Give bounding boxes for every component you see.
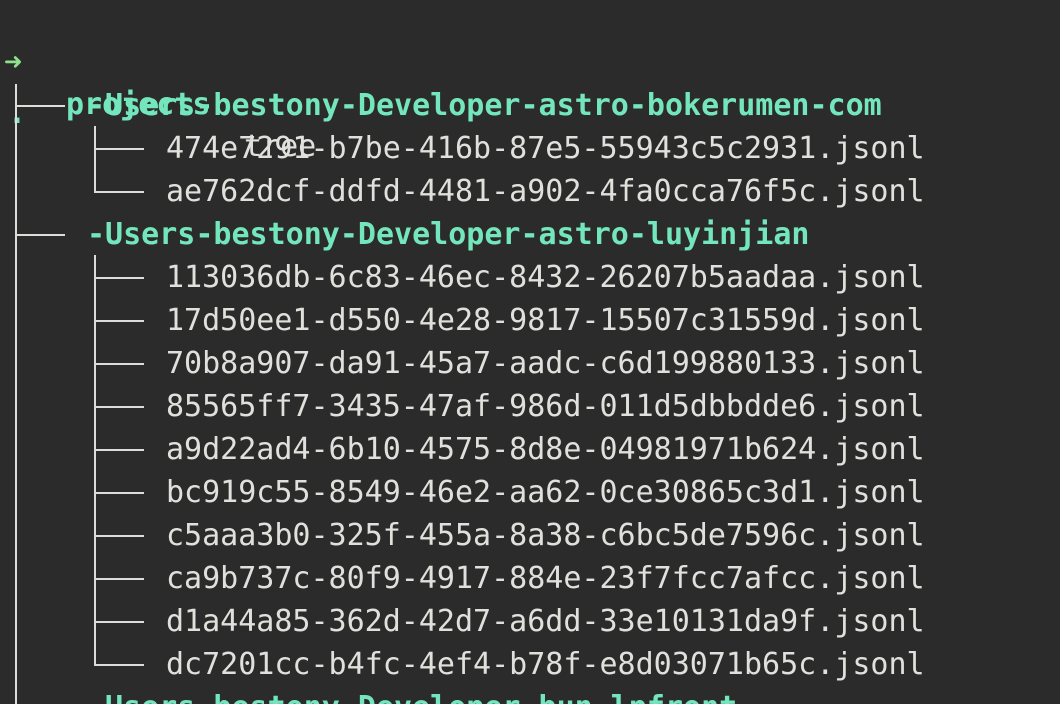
tree-file-line: 85565ff7-3435-47af-986d-011d5dbbdde6.jso… (0, 386, 1060, 428)
tree-file-line: 17d50ee1-d550-4e28-9817-15507c31559d.jso… (0, 300, 1060, 342)
file-name: c5aaa3b0-325f-455a-8a38-c6bc5de7596c.jso… (166, 518, 925, 553)
tree-file-line: ae762dcf-ddfd-4481-a902-4fa0cca76f5c.jso… (0, 171, 1060, 213)
tree-dir-line: -Users-bestony-Developer-bun-lpfront (0, 687, 1060, 704)
tree-inner-connector (94, 126, 96, 192)
file-name: 85565ff7-3435-47af-986d-011d5dbbdde6.jso… (166, 389, 925, 424)
tree-file-connector (94, 277, 144, 279)
tree-file-line: 474e7291-b7be-416b-87e5-55943c5c2931.jso… (0, 128, 1060, 170)
tree-file-connector (94, 148, 144, 150)
tree-file-connector (94, 406, 144, 408)
directory-name: -Users-bestony-Developer-astro-bokerumen… (87, 88, 882, 123)
file-name: ca9b737c-80f9-4917-884e-23f7fcc7afcc.jso… (166, 561, 925, 596)
tree-file-connector (94, 492, 144, 494)
tree-outer-connector (15, 84, 17, 704)
tree-file-line: a9d22ad4-6b10-4575-8d8e-04981971b624.jso… (0, 429, 1060, 471)
tree-branch-connector (15, 234, 65, 236)
tree-file-connector (94, 363, 144, 365)
tree-file-line: c5aaa3b0-325f-455a-8a38-c6bc5de7596c.jso… (0, 515, 1060, 557)
file-name: 474e7291-b7be-416b-87e5-55943c5c2931.jso… (166, 131, 925, 166)
terminal-window[interactable]: ➜ projects tree . -Users-bestony-Develop… (0, 0, 1060, 704)
file-name: 113036db-6c83-46ec-8432-26207b5aadaa.jso… (166, 260, 925, 295)
tree-file-line: d1a44a85-362d-42d7-a6dd-33e10131da9f.jso… (0, 601, 1060, 643)
prompt-line: ➜ projects tree (0, 0, 316, 164)
tree-file-connector (94, 664, 144, 666)
tree-file-connector (94, 320, 144, 322)
tree-file-connector (94, 535, 144, 537)
directory-name: -Users-bestony-Developer-bun-lpfront (87, 687, 737, 704)
tree-file-connector (94, 621, 144, 623)
directory-name: -Users-bestony-Developer-astro-luyinjian (87, 217, 810, 252)
file-name: d1a44a85-362d-42d7-a6dd-33e10131da9f.jso… (166, 604, 925, 639)
file-name: bc919c55-8549-46e2-aa62-0ce30865c3d1.jso… (166, 475, 925, 510)
file-name: 70b8a907-da91-45a7-aadc-c6d199880133.jso… (166, 346, 925, 381)
tree-branch-connector (15, 105, 65, 107)
tree-file-line: 113036db-6c83-46ec-8432-26207b5aadaa.jso… (0, 257, 1060, 299)
file-name: dc7201cc-b4fc-4ef4-b78f-e8d03071b65c.jso… (166, 647, 925, 682)
file-name: ae762dcf-ddfd-4481-a902-4fa0cca76f5c.jso… (166, 174, 925, 209)
tree-dir-line: -Users-bestony-Developer-astro-bokerumen… (0, 85, 1060, 127)
tree-file-line: ca9b737c-80f9-4917-884e-23f7fcc7afcc.jso… (0, 558, 1060, 600)
tree-dir-line: -Users-bestony-Developer-astro-luyinjian (0, 214, 1060, 256)
file-name: a9d22ad4-6b10-4575-8d8e-04981971b624.jso… (166, 432, 925, 467)
tree-file-line: dc7201cc-b4fc-4ef4-b78f-e8d03071b65c.jso… (0, 644, 1060, 686)
tree-inner-connector (94, 255, 96, 665)
file-name: 17d50ee1-d550-4e28-9817-15507c31559d.jso… (166, 303, 925, 338)
tree-file-line: 70b8a907-da91-45a7-aadc-c6d199880133.jso… (0, 343, 1060, 385)
tree-file-connector (94, 449, 144, 451)
tree-file-connector (94, 191, 144, 193)
tree-file-line: bc919c55-8549-46e2-aa62-0ce30865c3d1.jso… (0, 472, 1060, 514)
tree-file-connector (94, 578, 144, 580)
